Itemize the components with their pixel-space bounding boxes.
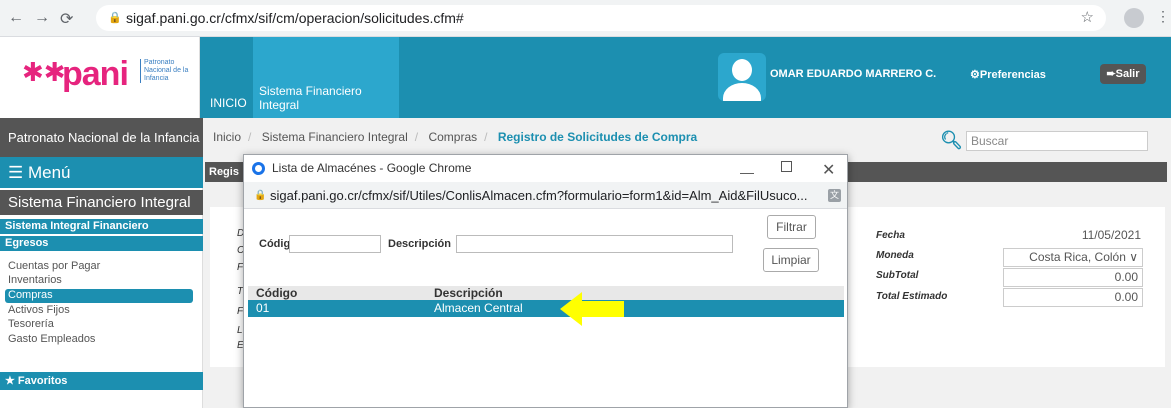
chrome-icon: [252, 162, 265, 175]
grid-header: Código Descripción: [248, 286, 844, 300]
preferences-link[interactable]: ⚙Preferencias: [970, 68, 1046, 81]
avatar[interactable]: [718, 53, 766, 101]
column-header-descripcion[interactable]: Descripción: [434, 286, 503, 300]
user-name[interactable]: OMAR EDUARDO MARRERO C.: [770, 68, 936, 80]
popup-window: Lista de Almacénes - Google Chrome — ✕ 🔒…: [243, 154, 848, 408]
menu-toggle[interactable]: ☰ Menú: [0, 157, 203, 188]
browser-toolbar: ← → ⟳ 🔒 sigaf.pani.go.cr/cfmx/sif/cm/ope…: [0, 0, 1171, 37]
breadcrumb-item[interactable]: Compras: [428, 130, 477, 144]
organization-name: Patronato Nacional de la Infancia: [0, 118, 203, 157]
sidebar-item-inventarios[interactable]: Inventarios: [8, 274, 62, 286]
tab-inicio[interactable]: INICIO: [210, 96, 247, 110]
reload-icon[interactable]: ⟳: [60, 9, 73, 29]
menu-label: Menú: [27, 163, 71, 182]
descripcion-filter-label: Descripción: [388, 238, 451, 250]
forward-icon[interactable]: →: [34, 9, 50, 27]
subtotal-label: SubTotal: [876, 270, 919, 281]
popup-url-text: sigaf.pani.go.cr/cfmx/sif/Utiles/ConlisA…: [270, 188, 808, 203]
maximize-icon[interactable]: [781, 161, 792, 172]
row-codigo: 01: [256, 301, 270, 315]
highlight-arrow-icon: [560, 292, 624, 326]
sidebar-title: Sistema Financiero Integral: [0, 190, 203, 215]
translate-icon[interactable]: 文: [828, 189, 841, 202]
column-header-codigo[interactable]: Código: [256, 286, 297, 300]
filter-button[interactable]: Filtrar: [767, 215, 816, 239]
moneda-select[interactable]: Costa Rica, Colón ∨: [1003, 248, 1143, 267]
fecha-label: Fecha: [876, 230, 905, 241]
logo[interactable]: ✱✱ pani Patronato Nacional de la Infanci…: [0, 37, 200, 118]
subtotal-field[interactable]: 0.00: [1003, 268, 1143, 287]
sidebar-item-cuentas[interactable]: Cuentas por Pagar: [8, 260, 100, 272]
tab-sistema-financiero[interactable]: Sistema Financiero Integral: [253, 37, 399, 118]
form-label: L: [237, 325, 243, 336]
logo-stars-icon: ✱✱: [22, 57, 66, 87]
sidebar-item-compras[interactable]: Compras: [5, 289, 193, 303]
sidebar-section-egresos[interactable]: Egresos: [0, 236, 203, 251]
url-text: sigaf.pani.go.cr/cfmx/sif/cm/operacion/s…: [126, 10, 464, 26]
back-icon[interactable]: ←: [8, 9, 24, 27]
lock-icon: 🔒: [108, 12, 122, 24]
total-label: Total Estimado: [876, 291, 948, 302]
popup-address-bar[interactable]: 🔒 sigaf.pani.go.cr/cfmx/sif/Utiles/Conli…: [244, 182, 847, 209]
codigo-filter-input[interactable]: [289, 235, 381, 253]
breadcrumb-current: Registro de Solicitudes de Compra: [497, 130, 698, 144]
address-bar[interactable]: 🔒 sigaf.pani.go.cr/cfmx/sif/cm/operacion…: [96, 5, 1106, 31]
popup-title: Lista de Almacénes - Google Chrome: [272, 161, 472, 175]
breadcrumb-item[interactable]: Sistema Financiero Integral: [262, 130, 408, 144]
sidebar-item-tesoreria[interactable]: Tesorería: [8, 318, 54, 330]
row-descripcion: Almacen Central: [434, 301, 523, 315]
lock-icon: 🔒: [254, 190, 267, 201]
favorites-header[interactable]: ★ Favoritos: [0, 372, 203, 390]
sidebar-section-sif[interactable]: Sistema Integral Financiero: [0, 219, 203, 234]
moneda-label: Moneda: [876, 250, 914, 261]
breadcrumb-item[interactable]: Inicio: [213, 130, 241, 144]
descripcion-filter-input[interactable]: [456, 235, 733, 253]
logo-subtitle: Patronato Nacional de la Infancia: [140, 59, 190, 83]
logo-text: pani: [62, 55, 129, 93]
clear-button[interactable]: Limpiar: [763, 248, 819, 272]
close-icon[interactable]: ✕: [822, 157, 835, 184]
sidebar-item-activos[interactable]: Activos Fijos: [8, 304, 70, 316]
search-icon[interactable]: 🔍︎: [940, 130, 963, 151]
sidebar-item-gasto[interactable]: Gasto Empleados: [8, 333, 95, 345]
popup-titlebar: Lista de Almacénes - Google Chrome — ✕: [244, 155, 847, 182]
bookmark-star-icon[interactable]: ☆: [1081, 5, 1094, 31]
profile-icon[interactable]: [1124, 8, 1144, 28]
browser-menu-icon[interactable]: ⋮: [1156, 8, 1170, 25]
tab-sistema-label: Sistema Financiero Integral: [259, 84, 362, 112]
search-input[interactable]: Buscar: [966, 131, 1148, 151]
logout-button[interactable]: ➨Salir: [1100, 64, 1146, 84]
total-field[interactable]: 0.00: [1003, 288, 1143, 307]
fecha-value: 11/05/2021: [1081, 228, 1141, 242]
table-row[interactable]: 01 Almacen Central: [248, 300, 844, 317]
